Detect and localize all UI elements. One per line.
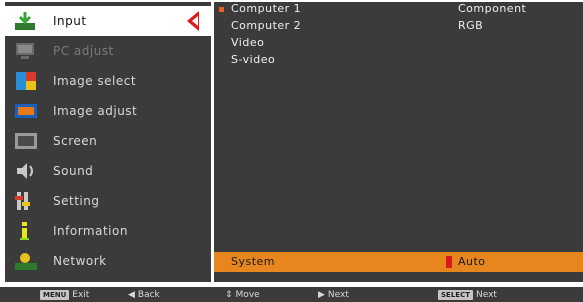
menu-key-icon: MENU	[40, 289, 70, 300]
footer-back-label: Back	[137, 289, 160, 300]
menu-item-network[interactable]: Network	[5, 246, 211, 276]
menu-item-label: Network	[53, 254, 107, 268]
footer-exit-label: Exit	[72, 289, 90, 300]
menu-item-label: Input	[53, 14, 87, 28]
menu-item-label: Setting	[53, 194, 100, 208]
input-option-computer-1-value: Component	[458, 2, 527, 15]
screen-icon	[13, 130, 39, 152]
menu-item-setting[interactable]: Setting	[5, 186, 211, 216]
menu-item-label: Image select	[53, 74, 137, 88]
system-value: Auto	[458, 255, 486, 268]
image-select-icon	[13, 70, 39, 92]
menu-item-label: Information	[53, 224, 128, 238]
footer-select-next: SELECT Next	[438, 287, 497, 302]
menu-item-label: Image adjust	[53, 104, 138, 118]
left-arrow-icon: ◀	[128, 289, 135, 300]
setting-icon	[13, 190, 39, 212]
menu-item-label: PC adjust	[53, 44, 114, 58]
menu-item-image-select[interactable]: Image select	[5, 66, 211, 96]
information-icon	[13, 220, 39, 242]
input-option-computer-1[interactable]: Computer 1	[231, 2, 301, 15]
input-icon	[13, 10, 39, 32]
menu-item-information[interactable]: Information	[5, 216, 211, 246]
up-down-arrow-icon: ⇕	[225, 289, 233, 300]
footer-move: ⇕ Move	[225, 287, 260, 302]
menu-item-image-adjust[interactable]: Image adjust	[5, 96, 211, 126]
projector-menu-screen: Input PC adjust Image select Image adjus…	[0, 0, 583, 302]
main-menu: Input PC adjust Image select Image adjus…	[5, 2, 211, 282]
system-label: System	[231, 255, 276, 268]
footer-select-next-label: Next	[475, 289, 497, 300]
footer-next-label: Next	[327, 289, 349, 300]
input-options-panel: Computer 1 Component Computer 2 RGB Vide…	[214, 2, 583, 282]
input-option-video[interactable]: Video	[231, 36, 264, 49]
selected-input-bullet-icon	[219, 7, 224, 12]
system-setting-row[interactable]: System Auto	[214, 252, 583, 272]
selection-pointer-icon	[187, 11, 199, 31]
system-pointer-icon	[446, 256, 452, 268]
right-arrow-icon: ▶	[318, 289, 325, 300]
input-option-computer-2[interactable]: Computer 2	[231, 19, 301, 32]
footer-next: ▶ Next	[318, 287, 349, 302]
footer-move-label: Move	[235, 289, 260, 300]
footer-back: ◀ Back	[128, 287, 160, 302]
network-icon	[13, 250, 39, 272]
image-adjust-icon	[13, 100, 39, 122]
footer-exit: MENU Exit	[40, 287, 89, 302]
menu-item-screen[interactable]: Screen	[5, 126, 211, 156]
input-option-computer-2-value: RGB	[458, 19, 484, 32]
select-key-icon: SELECT	[438, 289, 473, 300]
menu-item-label: Screen	[53, 134, 98, 148]
menu-item-sound[interactable]: Sound	[5, 156, 211, 186]
menu-item-input[interactable]: Input	[5, 6, 211, 36]
input-option-s-video[interactable]: S-video	[231, 53, 275, 66]
menu-item-pc-adjust[interactable]: PC adjust	[5, 36, 211, 66]
sound-icon	[13, 160, 39, 182]
menu-item-label: Sound	[53, 164, 94, 178]
footer-help-bar: MENU Exit ◀ Back ⇕ Move ▶ Next SELECT Ne…	[0, 287, 583, 302]
pc-adjust-icon	[13, 40, 39, 62]
